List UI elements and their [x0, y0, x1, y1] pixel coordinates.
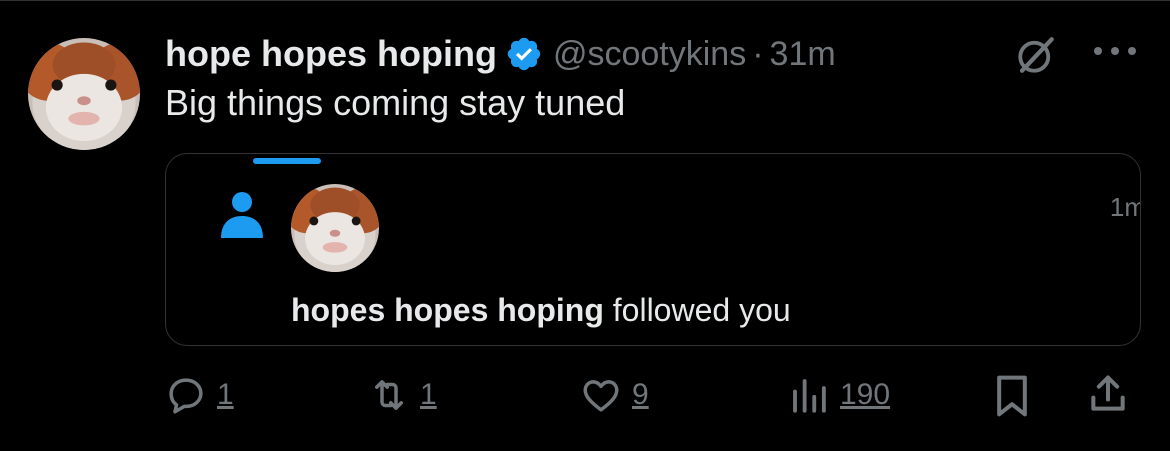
grok-icon[interactable]: [1015, 34, 1057, 76]
repost-count: 1: [420, 378, 437, 411]
avatar[interactable]: [28, 38, 140, 150]
separator-dot: ·: [752, 34, 764, 73]
more-icon[interactable]: [1092, 44, 1138, 58]
follower-avatar[interactable]: [291, 184, 379, 272]
views-button[interactable]: 190: [788, 372, 890, 418]
notification-text: hopes hopes hoping followed you: [291, 292, 791, 329]
tweet-header: hope hopes hoping @scootykins · 31m: [165, 30, 836, 78]
notification-user-name[interactable]: hopes hopes hoping: [291, 292, 604, 328]
notification-action: followed you: [612, 292, 791, 328]
hamster-avatar-image: [291, 184, 379, 272]
reply-count: 1: [217, 378, 234, 411]
tweet-time[interactable]: 31m: [770, 35, 836, 74]
repost-button[interactable]: 1: [368, 372, 437, 418]
like-button[interactable]: 9: [580, 372, 649, 418]
card-tab-indicator: [253, 158, 321, 164]
bookmark-icon[interactable]: [992, 374, 1032, 418]
verified-badge-icon: [507, 37, 541, 71]
top-divider: [0, 0, 1170, 1]
person-icon: [221, 192, 263, 238]
reply-button[interactable]: 1: [165, 372, 234, 418]
reply-icon: [169, 378, 203, 414]
views-count: 190: [840, 378, 891, 411]
notification-time: 1m: [1109, 192, 1140, 222]
views-icon: [793, 379, 826, 413]
repost-icon: [375, 380, 403, 410]
hamster-avatar-image: [28, 38, 140, 150]
like-count: 9: [632, 378, 649, 411]
tweet-text: Big things coming stay tuned: [165, 82, 626, 123]
like-icon: [583, 380, 619, 412]
quoted-notification-card[interactable]: 1m hopes hopes hoping followed you: [165, 153, 1141, 346]
display-name[interactable]: hope hopes hoping: [165, 33, 497, 75]
share-icon[interactable]: [1086, 372, 1130, 416]
handle[interactable]: @scootykins: [553, 35, 746, 74]
